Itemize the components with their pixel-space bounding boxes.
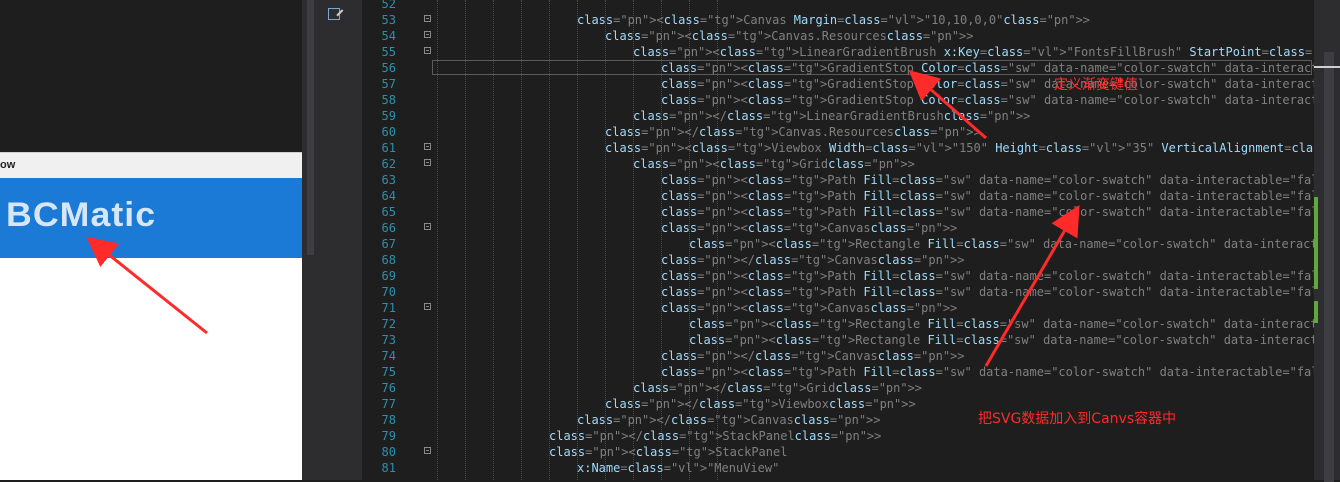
gradient-arrow bbox=[908, 70, 987, 140]
logo-arrow bbox=[86, 236, 208, 335]
annotation-arrows bbox=[86, 70, 1080, 367]
svg-arrow bbox=[984, 205, 1080, 367]
